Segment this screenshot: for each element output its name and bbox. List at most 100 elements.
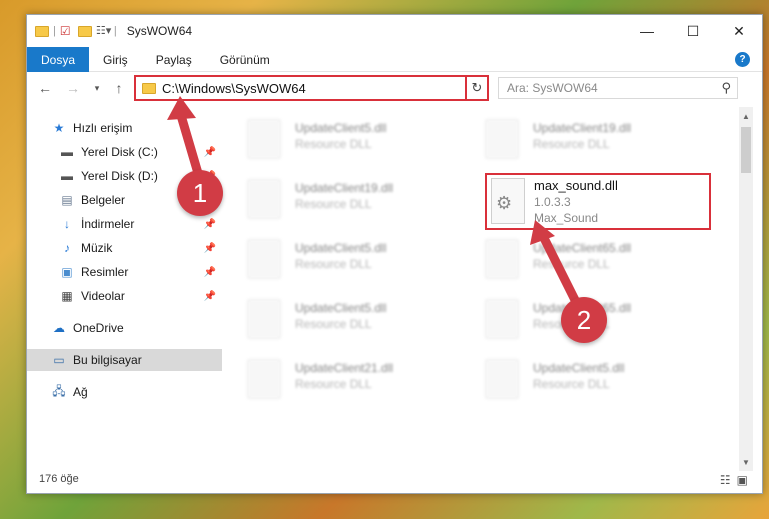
file-name: UpdateClient19.dll — [533, 121, 632, 135]
file-tile[interactable]: UpdateClient5.dll Resource DLL — [225, 113, 455, 161]
item-count: 176 öğe — [39, 473, 79, 485]
drive-icon: ▬ — [61, 145, 73, 159]
scroll-up-icon[interactable]: ▲ — [739, 109, 753, 123]
video-icon: ▦ — [61, 289, 73, 303]
minimize-button[interactable]: — — [624, 15, 670, 47]
file-description: Resource DLL — [295, 317, 372, 331]
refresh-button[interactable]: ↻ — [465, 75, 489, 101]
document-icon: ▤ — [61, 193, 73, 207]
sidebar-item-videos[interactable]: ▦ Videolar 📌 — [27, 285, 222, 307]
scroll-down-icon[interactable]: ▼ — [739, 455, 753, 469]
dll-file-icon — [485, 119, 519, 159]
tab-file[interactable]: Dosya — [27, 47, 90, 72]
sidebar-item-label: İndirmeler — [81, 217, 135, 231]
file-product: Max_Sound — [534, 211, 599, 225]
separator: | — [53, 25, 56, 37]
file-description: Resource DLL — [295, 197, 372, 211]
recent-locations-button[interactable]: ▾ — [87, 78, 107, 98]
forward-button[interactable]: → — [63, 78, 83, 98]
sidebar-item-label: Müzik — [81, 241, 113, 255]
network-icon: 🖧 — [52, 383, 66, 398]
navigation-pane: ★ Hızlı erişim ▬ Yerel Disk (C:) 📌 ▬ Yer… — [27, 113, 222, 473]
file-tile[interactable]: UpdateClient65.dll Resource DLL — [463, 233, 693, 281]
pictures-icon: ▣ — [61, 265, 73, 279]
download-icon: ↓ — [64, 217, 70, 231]
gear-icon: ⚙ — [496, 193, 513, 213]
address-bar[interactable]: C:\Windows\SysWOW64 ⌄ — [134, 75, 489, 101]
scrollbar-thumb[interactable] — [741, 127, 751, 173]
file-tile[interactable]: UpdateClient5.dll Resource DLL — [225, 233, 455, 281]
sidebar-item-label: Belgeler — [81, 193, 126, 207]
dll-file-icon — [247, 299, 281, 339]
file-description: Resource DLL — [533, 137, 610, 151]
file-tile[interactable]: UpdateClient5.dll Resource DLL — [463, 353, 693, 401]
file-description: Resource DLL — [533, 377, 610, 391]
pin-icon: 📌 — [203, 146, 216, 158]
close-button[interactable]: ✕ — [716, 15, 762, 47]
sidebar-item-pictures[interactable]: ▣ Resimler 📌 — [27, 261, 222, 283]
file-version: 1.0.3.3 — [534, 195, 571, 209]
sidebar-item-music[interactable]: ♪ Müzik 📌 — [27, 237, 222, 259]
sidebar-item-this-pc[interactable]: ▭ Bu bilgisayar — [27, 349, 222, 371]
sidebar-item-network[interactable]: 🖧 Ağ — [27, 381, 222, 403]
maximize-button[interactable]: ☐ — [670, 15, 716, 47]
back-button[interactable]: ← — [35, 78, 55, 98]
tab-view[interactable]: Görünüm — [206, 47, 284, 72]
details-view-icon[interactable]: ☷ — [720, 473, 731, 487]
step-badge-2: 2 — [561, 297, 607, 343]
pin-icon: 📌 — [203, 290, 216, 302]
sidebar-item-quick-access[interactable]: ★ Hızlı erişim — [27, 117, 222, 139]
vertical-scrollbar[interactable]: ▲ ▼ — [739, 107, 753, 471]
properties-icon[interactable]: ☑ — [60, 24, 74, 38]
file-tile[interactable]: UpdateClient19.dll Resource DLL — [463, 113, 693, 161]
new-folder-icon[interactable] — [77, 25, 92, 37]
up-button[interactable]: ↑ — [109, 78, 129, 98]
address-path[interactable]: C:\Windows\SysWOW64 — [162, 81, 306, 96]
window-title: SysWOW64 — [126, 24, 193, 38]
large-icons-view-icon[interactable]: ▣ — [737, 473, 748, 487]
title-bar: | ☑ ☷▾ | SysWOW64 — ☐ ✕ — [27, 15, 762, 47]
file-name: UpdateClient5.dll — [295, 121, 387, 135]
pin-icon: 📌 — [203, 218, 216, 230]
window-controls: — ☐ ✕ — [624, 15, 762, 47]
dll-file-icon — [485, 299, 519, 339]
file-name: UpdateClient21.dll — [295, 361, 394, 375]
sidebar-item-label: Hızlı erişim — [73, 121, 133, 135]
file-tile[interactable]: UpdateClient5.dll Resource DLL — [225, 293, 455, 341]
sidebar-item-label: Yerel Disk (C:) — [81, 145, 158, 159]
tab-share[interactable]: Paylaş — [142, 47, 206, 72]
file-name: UpdateClient5.dll — [295, 301, 387, 315]
sidebar-item-label: Yerel Disk (D:) — [81, 169, 158, 183]
dll-file-icon — [485, 239, 519, 279]
folder-icon — [142, 82, 156, 94]
file-name: UpdateClient19.dll — [295, 181, 394, 195]
sidebar-item-onedrive[interactable]: ☁ OneDrive — [27, 317, 222, 339]
sidebar-item-label: Ağ — [73, 385, 88, 399]
file-name: max_sound.dll — [534, 178, 618, 193]
sidebar-item-label: Bu bilgisayar — [73, 353, 142, 367]
help-icon[interactable]: ? — [735, 52, 750, 67]
view-switcher: ☷ ▣ — [720, 473, 748, 487]
dll-file-icon — [247, 239, 281, 279]
sidebar-item-downloads[interactable]: ↓ İndirmeler 📌 — [27, 213, 222, 235]
separator: | — [113, 25, 117, 37]
quick-access-toolbar: | ☑ ☷▾ | — [27, 24, 117, 38]
search-input[interactable]: Ara: SysWOW64 ⚲ — [498, 77, 738, 99]
file-tile[interactable]: UpdateClient21.dll Resource DLL — [225, 353, 455, 401]
computer-icon: ▭ — [53, 353, 65, 367]
file-tile-max-sound[interactable]: ⚙ max_sound.dll 1.0.3.3 Max_Sound — [485, 173, 711, 230]
file-name: UpdateClient5.dll — [533, 361, 625, 375]
dll-file-icon — [247, 179, 281, 219]
sidebar-item-disk-c[interactable]: ▬ Yerel Disk (C:) 📌 — [27, 141, 222, 163]
tab-home[interactable]: Giriş — [89, 47, 142, 72]
file-description: Resource DLL — [295, 257, 372, 271]
file-description: Resource DLL — [533, 257, 610, 271]
search-icon[interactable]: ⚲ — [721, 80, 731, 96]
file-description: Resource DLL — [295, 377, 372, 391]
file-list: UpdateClient5.dll Resource DLL UpdateCli… — [223, 107, 739, 469]
customize-toolbar-icon[interactable]: ☷▾ — [96, 24, 111, 38]
pin-icon: 📌 — [203, 266, 216, 278]
navigation-bar: ← → ▾ ↑ C:\Windows\SysWOW64 ⌄ ↻ Ara: Sys… — [27, 73, 762, 103]
dll-file-icon — [247, 359, 281, 399]
file-tile[interactable]: UpdateClient19.dll Resource DLL — [225, 173, 455, 221]
